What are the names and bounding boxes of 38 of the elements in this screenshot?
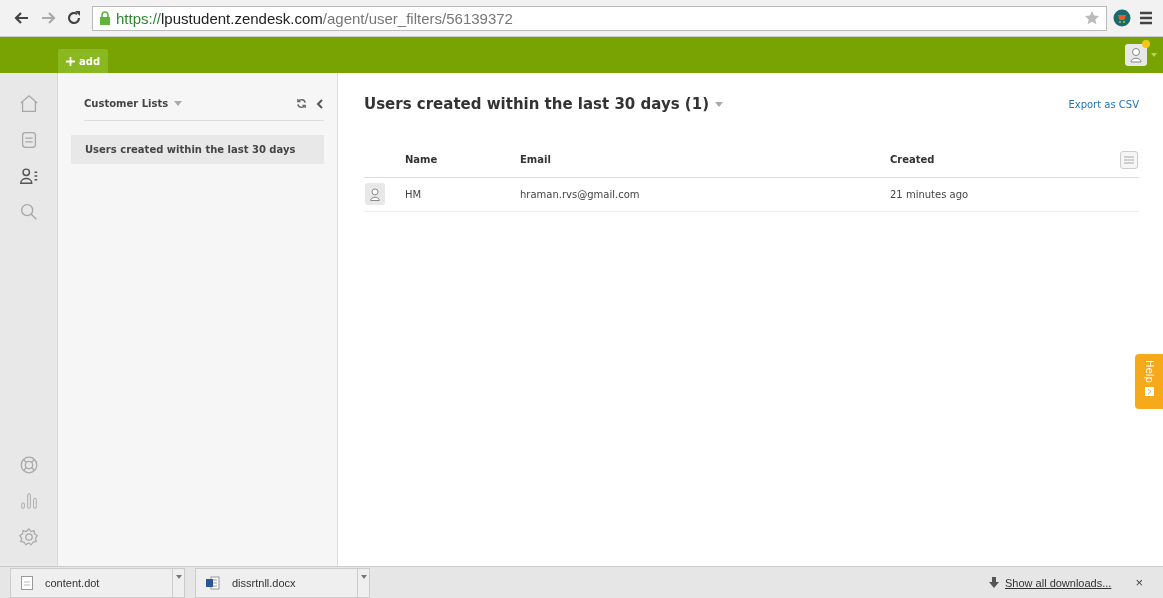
gear-icon[interactable] xyxy=(17,526,40,548)
column-header[interactable]: Created xyxy=(890,154,935,166)
export-link[interactable]: Export as CSV xyxy=(1068,98,1139,110)
menu-icon[interactable] xyxy=(1137,9,1155,27)
word-file-icon xyxy=(206,575,220,590)
column-header[interactable]: Name xyxy=(405,154,438,166)
file-icon xyxy=(21,575,33,590)
download-item[interactable]: dissrtnll.docx xyxy=(195,567,370,598)
user-avatar[interactable] xyxy=(1125,44,1147,66)
caret-icon[interactable] xyxy=(175,574,182,579)
home-icon[interactable] xyxy=(17,93,40,115)
column-menu-icon[interactable] xyxy=(1120,150,1138,169)
table-cell: 21 minutes ago xyxy=(890,188,969,200)
refresh-icon[interactable] xyxy=(296,98,307,109)
close-button[interactable]: × xyxy=(1129,574,1149,591)
extension-icon[interactable] xyxy=(1113,9,1131,27)
address-bar[interactable]: https://lpustudent.zendesk.com/agent/user_filters/56139372 xyxy=(92,5,1107,31)
download-item[interactable]: content.dot xyxy=(10,567,185,598)
list-item[interactable]: Users created within the last 30 days xyxy=(71,135,324,164)
table-cell: hraman.rvs@gmail.com xyxy=(520,188,640,200)
star-icon[interactable] xyxy=(1084,10,1100,26)
user-avatar xyxy=(365,183,385,205)
users-icon[interactable] xyxy=(17,165,40,187)
chevron-icon xyxy=(1144,386,1154,396)
lock-icon xyxy=(99,11,111,25)
view-title: Users created within the last 30 days (1) xyxy=(364,95,709,113)
url-text: https://lpustudent.zendesk.com/agent/user_filters/56139372 xyxy=(116,9,514,27)
plus-icon xyxy=(66,56,75,66)
collapse-icon[interactable] xyxy=(316,98,324,109)
panel-title[interactable]: Customer Lists xyxy=(84,98,169,109)
caret-icon[interactable] xyxy=(715,101,723,107)
show-downloads-link[interactable]: Show all downloads... xyxy=(1005,576,1112,589)
table-cell: HM xyxy=(405,188,422,200)
download-icon xyxy=(989,577,999,588)
caret-icon[interactable] xyxy=(174,101,183,106)
caret-icon[interactable] xyxy=(1151,53,1157,57)
caret-icon[interactable] xyxy=(360,574,367,579)
column-header[interactable]: Email xyxy=(520,154,551,166)
